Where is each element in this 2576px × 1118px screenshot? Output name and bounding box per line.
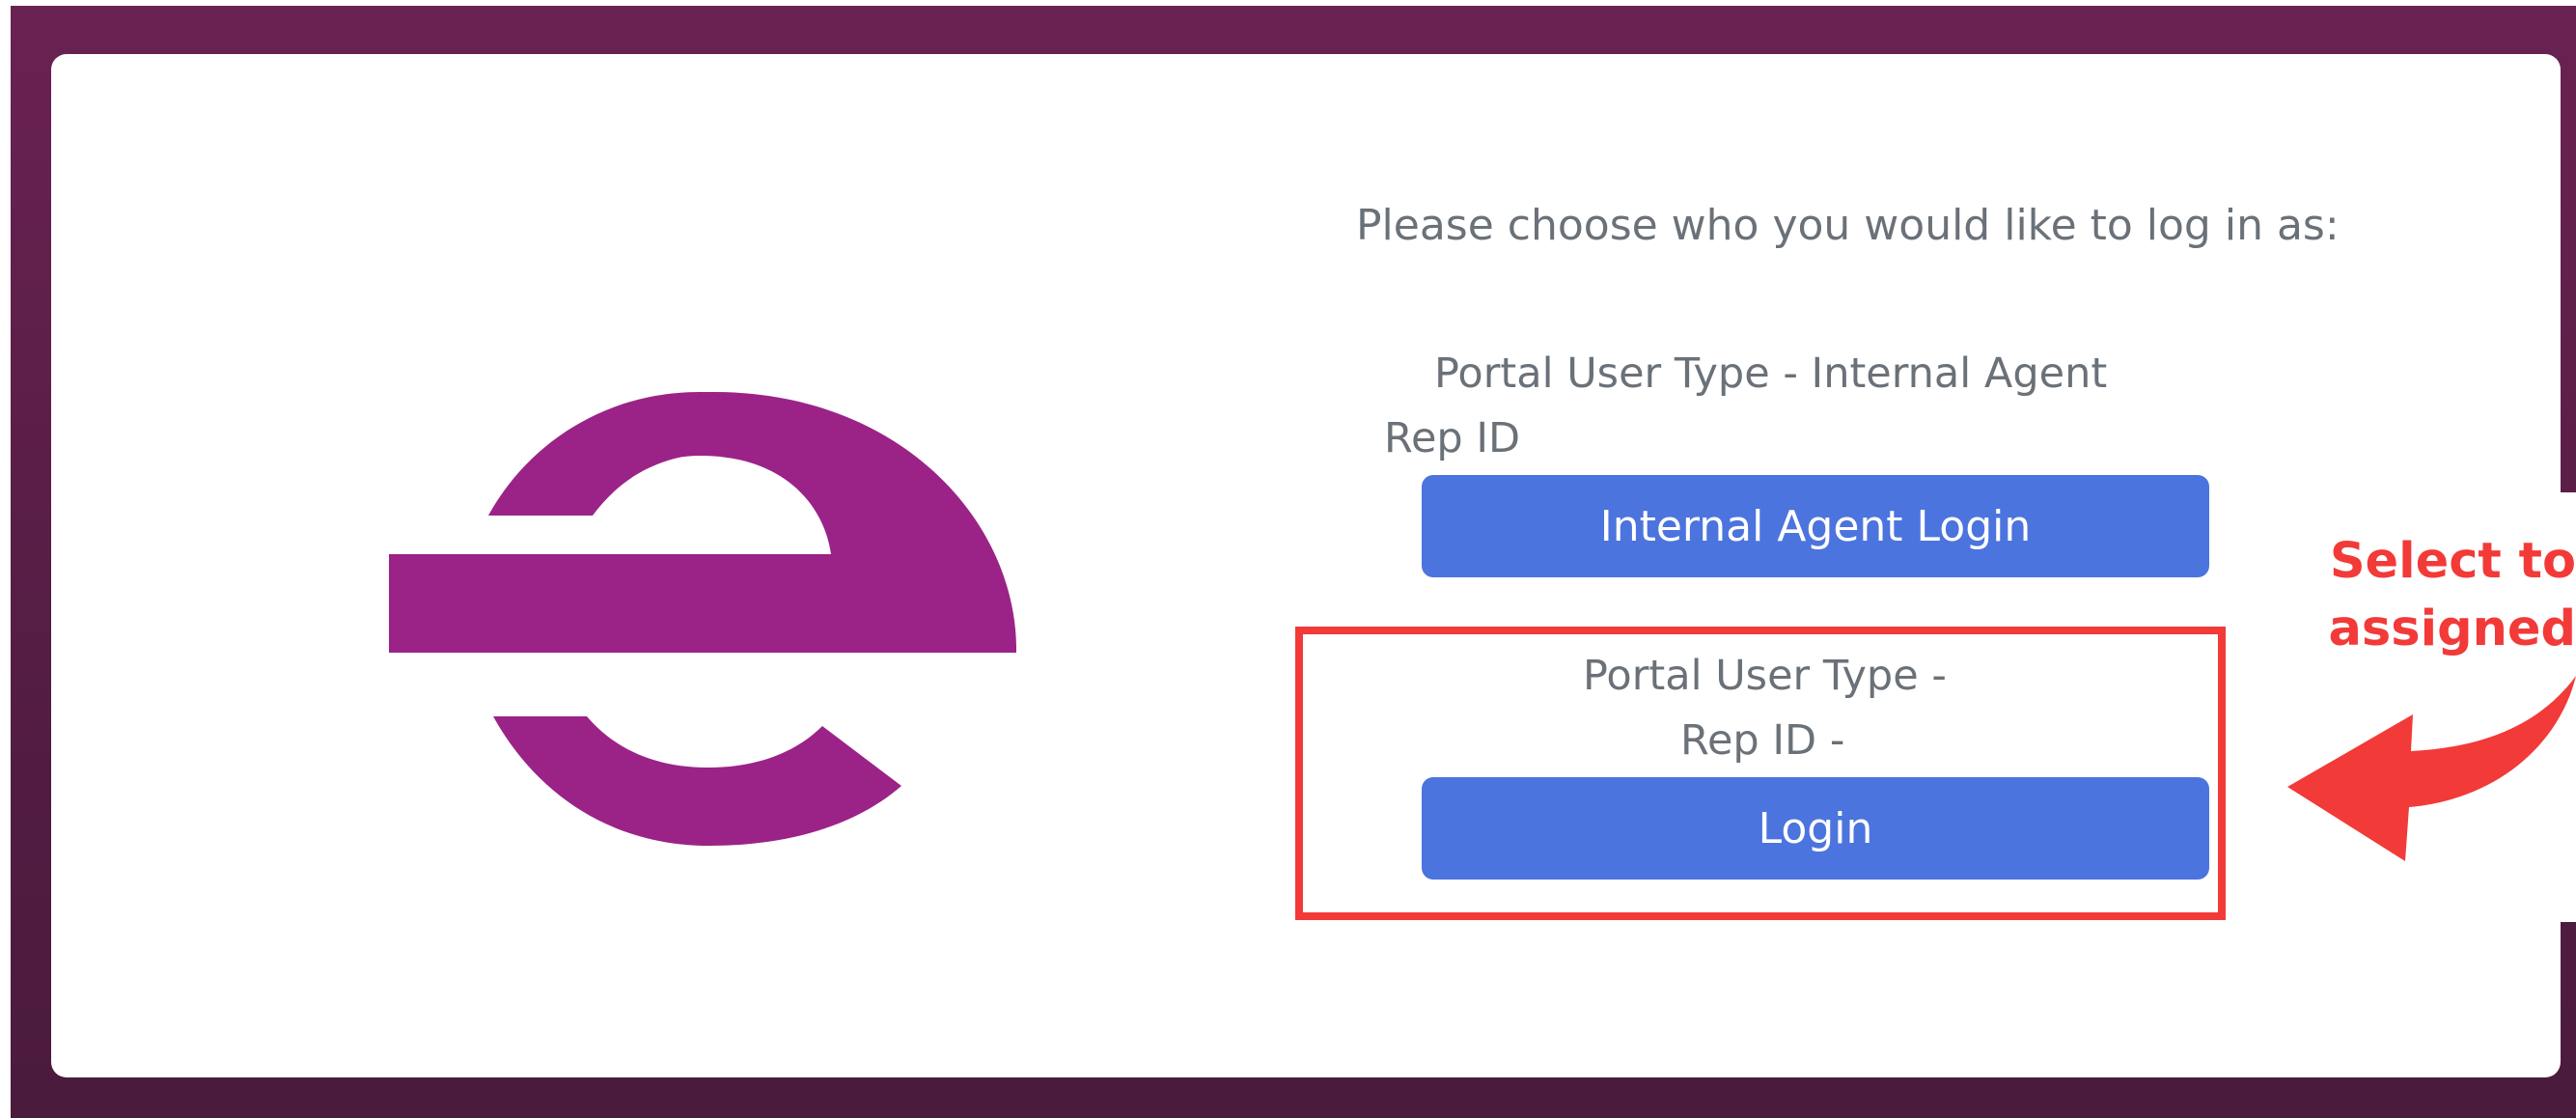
internal-agent-login-button[interactable]: Internal Agent Login: [1422, 475, 2209, 577]
annotation-line-1: Select to: [2329, 533, 2576, 590]
annotation-line-2: assigned: [2328, 601, 2576, 657]
login-highlight-box: [1295, 627, 2226, 920]
brand-e-logo: [389, 392, 1016, 846]
internal-rep-id: Rep ID: [1384, 414, 1521, 462]
left-edge: [0, 0, 11, 1118]
top-edge: [0, 0, 2576, 6]
curved-arrow-left-icon: [2287, 676, 2576, 861]
internal-portal-user-type: Portal User Type - Internal Agent: [1434, 349, 2108, 398]
login-prompt: Please choose who you would like to log …: [1356, 201, 2340, 250]
